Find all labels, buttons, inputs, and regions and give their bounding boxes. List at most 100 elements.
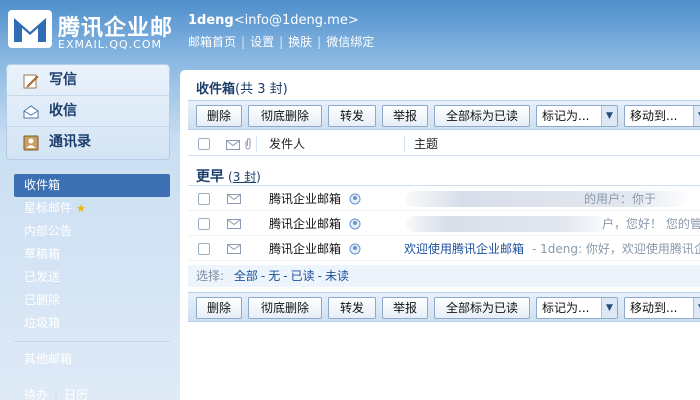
- envelope-icon: [227, 194, 241, 204]
- mark-all-read-button[interactable]: 全部标为已读: [434, 105, 530, 127]
- link-calendar[interactable]: 日历: [64, 388, 88, 400]
- folder-announcements[interactable]: 内部公告: [14, 220, 170, 243]
- separator: |: [241, 35, 246, 49]
- mark-as-select[interactable]: 标记为... ▼: [536, 105, 618, 127]
- row-sender: 腾讯企业邮箱: [269, 192, 342, 206]
- receive-label: 收信: [49, 103, 77, 119]
- toolbar-top: 删除 彻底删除 转发 举报 全部标为已读 标记为... ▼ 移动到... ▼: [188, 100, 700, 130]
- permanent-delete-button[interactable]: 彻底删除: [248, 297, 322, 319]
- delete-button[interactable]: 删除: [196, 105, 242, 127]
- divider: [188, 185, 700, 186]
- top-links: 邮箱首页 | 设置 | 换肤 | 微信绑定: [188, 33, 374, 50]
- separator: -: [317, 269, 322, 283]
- verified-sender-icon: [349, 193, 361, 205]
- subject-column-header[interactable]: 主题: [414, 132, 438, 156]
- row-preview: 的用户：你于: [584, 192, 657, 206]
- envelope-logo-icon: [8, 10, 52, 48]
- group-heading: 更早 (3 封): [196, 166, 261, 186]
- separator: -: [260, 269, 266, 283]
- sidebar-main-actions: 写信 收信 通讯录: [6, 64, 170, 160]
- chevron-down-icon: ▼: [693, 106, 700, 126]
- row-subject: 欢迎使用腾讯企业邮箱: [404, 242, 525, 256]
- folder-drafts[interactable]: 草稿箱: [14, 243, 170, 266]
- select-label: 选择:: [196, 269, 225, 283]
- move-to-select[interactable]: 移动到... ▼: [624, 297, 700, 319]
- select-none-link[interactable]: 无: [268, 269, 280, 283]
- header: 腾讯企业邮 EXMAIL.QQ.COM 1deng<info@1deng.me>…: [0, 0, 700, 62]
- delete-button[interactable]: 删除: [196, 297, 242, 319]
- select-all-checkbox[interactable]: [198, 138, 210, 150]
- move-to-select[interactable]: 移动到... ▼: [624, 105, 700, 127]
- row-checkbox[interactable]: [198, 218, 210, 230]
- select-read-link[interactable]: 已读: [291, 269, 315, 283]
- logo-domain: EXMAIL.QQ.COM: [58, 38, 163, 51]
- inbox-icon: [23, 105, 39, 119]
- verified-sender-icon: [349, 218, 361, 230]
- row-checkbox[interactable]: [198, 193, 210, 205]
- mail-row[interactable]: 腾讯企业邮箱 欢迎使用腾讯企业邮箱 - 1deng: 你好，欢迎使用腾讯企: [188, 237, 700, 261]
- contacts-button[interactable]: 通讯录: [7, 127, 169, 158]
- mail-list-panel: 收件箱(共 3 封) 删除 彻底删除 转发 举报 全部标为已读 标记为... ▼ …: [180, 70, 700, 400]
- folder-starred[interactable]: 星标邮件 ★: [14, 197, 170, 220]
- row-sender: 腾讯企业邮箱: [269, 217, 342, 231]
- group-label: 更早: [196, 169, 224, 185]
- receive-button[interactable]: 收信: [7, 96, 169, 127]
- envelope-icon: [227, 244, 241, 254]
- select-all-link[interactable]: 全部: [234, 269, 258, 283]
- toolbar-bottom: 删除 彻底删除 转发 举报 全部标为已读 标记为... ▼ 移动到... ▼: [188, 292, 700, 322]
- mark-as-label: 标记为...: [542, 301, 590, 315]
- mark-as-label: 标记为...: [542, 109, 590, 123]
- link-settings[interactable]: 设置: [250, 35, 274, 49]
- separator: |: [279, 35, 284, 49]
- chevron-down-icon: ▼: [601, 106, 617, 126]
- link-wechat-bind[interactable]: 微信绑定: [326, 35, 374, 49]
- sidebar-bottom-links: 待办 | 日历: [24, 386, 88, 400]
- mail-row[interactable]: 腾讯企业邮箱 的用户：你于: [188, 187, 700, 211]
- row-preview: 户，您好！ 您的管理员: [602, 217, 700, 231]
- chevron-down-icon: ▼: [601, 298, 617, 318]
- folder-sent[interactable]: 已发送: [14, 266, 170, 289]
- user-line: 1deng<info@1deng.me>: [188, 13, 359, 28]
- link-mailbox-home[interactable]: 邮箱首页: [188, 35, 236, 49]
- link-skin[interactable]: 换肤: [288, 35, 312, 49]
- chevron-down-icon: ▼: [693, 298, 700, 318]
- divider: [256, 136, 257, 152]
- row-checkbox[interactable]: [198, 243, 210, 255]
- logo[interactable]: 腾讯企业邮 EXMAIL.QQ.COM: [8, 10, 176, 54]
- report-button[interactable]: 举报: [382, 105, 428, 127]
- forward-button[interactable]: 转发: [328, 105, 376, 127]
- compose-label: 写信: [49, 72, 77, 88]
- mark-as-select[interactable]: 标记为... ▼: [536, 297, 618, 319]
- folder-inbox[interactable]: 收件箱: [14, 174, 170, 197]
- move-to-label: 移动到...: [630, 301, 678, 315]
- user-email: <info@1deng.me>: [233, 13, 359, 28]
- sender-column-header[interactable]: 发件人: [269, 132, 305, 156]
- star-icon: ★: [76, 202, 86, 215]
- envelope-icon: [226, 140, 240, 150]
- compose-button[interactable]: 写信: [7, 65, 169, 96]
- folder-spam[interactable]: 垃圾箱: [14, 312, 170, 335]
- select-unread-link[interactable]: 未读: [325, 269, 349, 283]
- move-to-label: 移动到...: [630, 109, 678, 123]
- folder-starred-label: 星标邮件: [24, 201, 73, 215]
- group-count-link[interactable]: 3 封: [233, 170, 256, 184]
- folder-title: 收件箱: [196, 82, 236, 97]
- folder-list: 收件箱 星标邮件 ★ 内部公告 草稿箱 已发送 已删除 垃圾箱 其他邮箱: [14, 174, 170, 371]
- selection-bar: 选择: 全部 - 无 - 已读 - 未读: [188, 265, 700, 287]
- row-sender: 腾讯企业邮箱: [269, 242, 342, 256]
- folder-count: (共 3 封): [235, 82, 288, 97]
- folder-other-mailboxes[interactable]: 其他邮箱: [14, 348, 170, 371]
- row-preview: - 1deng: 你好，欢迎使用腾讯企: [532, 242, 700, 256]
- mark-all-read-button[interactable]: 全部标为已读: [434, 297, 530, 319]
- folder-deleted[interactable]: 已删除: [14, 289, 170, 312]
- permanent-delete-button[interactable]: 彻底删除: [248, 105, 322, 127]
- report-button[interactable]: 举报: [382, 297, 428, 319]
- link-todo[interactable]: 待办: [24, 388, 48, 400]
- mail-row[interactable]: 腾讯企业邮箱 户，您好！ 您的管理员: [188, 212, 700, 236]
- separator: |: [317, 35, 322, 49]
- forward-button[interactable]: 转发: [328, 297, 376, 319]
- divider: [14, 341, 170, 342]
- column-header: 发件人 主题: [188, 132, 700, 156]
- envelope-icon: [227, 219, 241, 229]
- divider: [404, 136, 405, 152]
